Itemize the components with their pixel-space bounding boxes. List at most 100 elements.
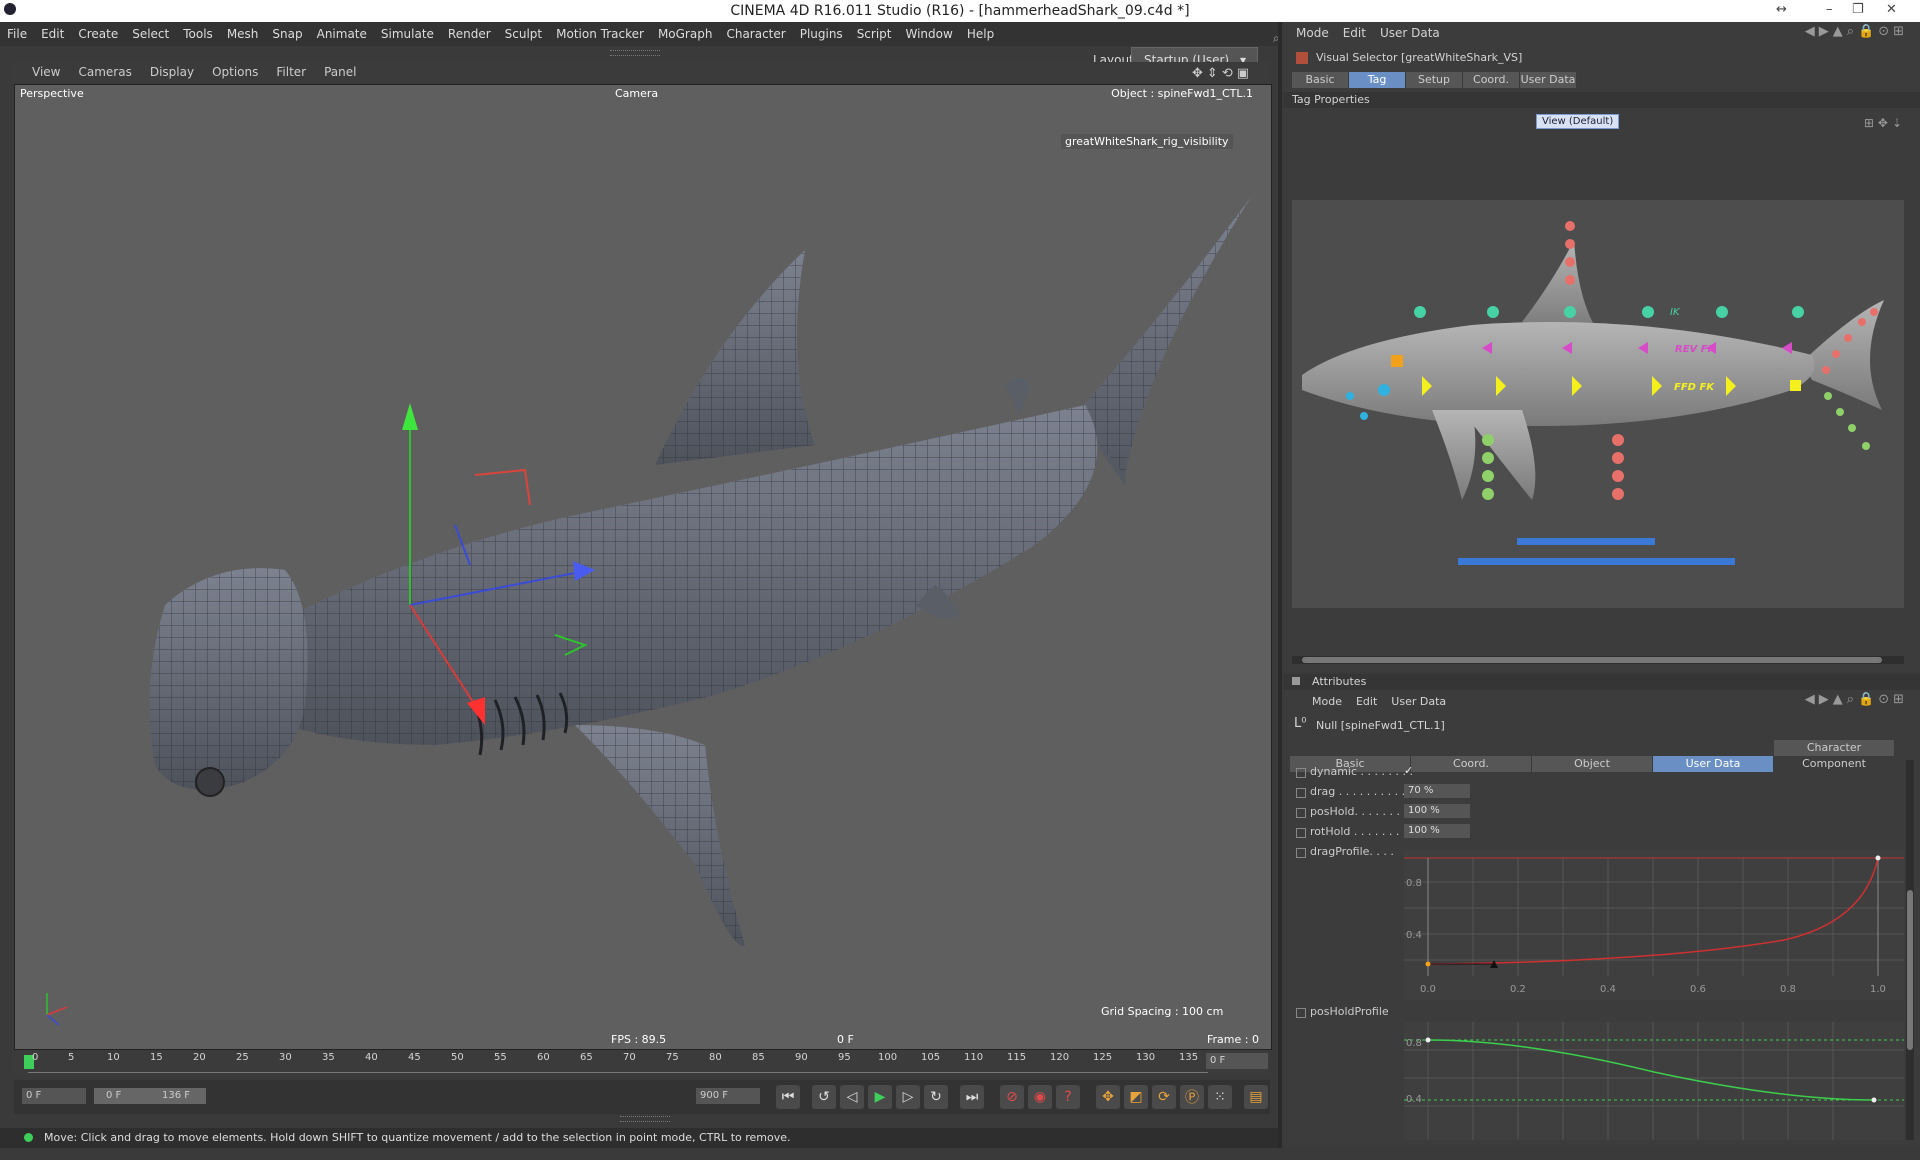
- record-active-objects-button[interactable]: ⊘: [1000, 1085, 1024, 1109]
- keyframe-toggle-icon[interactable]: [1296, 828, 1306, 838]
- point-level-key-button[interactable]: ⁙: [1208, 1085, 1232, 1109]
- menu-window[interactable]: Window: [899, 22, 960, 46]
- restore-button[interactable]: ❐: [1852, 2, 1864, 17]
- attributes-scrollbar[interactable]: [1906, 760, 1914, 1140]
- tab-user-data[interactable]: User Data: [1653, 756, 1774, 772]
- pos-hold-profile-spline[interactable]: 0.8 0.4: [1404, 1022, 1904, 1140]
- menu-render[interactable]: Render: [441, 22, 498, 46]
- drag-profile-spline[interactable]: 0.8 0.4 0.0 0.2 0.4 0.6 0.8 1.0: [1404, 850, 1904, 1000]
- tab-object[interactable]: Object: [1532, 756, 1653, 772]
- menu-mesh[interactable]: Mesh: [220, 22, 266, 46]
- position-key-button[interactable]: ✥: [1096, 1085, 1120, 1109]
- ventral-controls[interactable]: [1612, 434, 1624, 500]
- viewport-menu-display[interactable]: Display: [141, 62, 203, 82]
- viewport-menu-panel[interactable]: Panel: [315, 62, 365, 82]
- keyframe-toggle-icon[interactable]: [1296, 808, 1306, 818]
- drag-field[interactable]: 70 %: [1404, 784, 1470, 798]
- root-bar-control[interactable]: [1458, 558, 1735, 565]
- start-frame-field[interactable]: 0 F: [22, 1088, 86, 1104]
- tab-setup[interactable]: Setup: [1406, 72, 1463, 88]
- rothold-field[interactable]: 100 %: [1404, 824, 1470, 838]
- range-slider[interactable]: 0 F 136 F: [94, 1088, 206, 1104]
- menu-character[interactable]: Character: [719, 22, 792, 46]
- menu-help[interactable]: Help: [960, 22, 1001, 46]
- picker-scrollbar[interactable]: [1292, 656, 1904, 664]
- play-button[interactable]: ▶: [868, 1085, 892, 1109]
- attr-menu-edit[interactable]: Edit: [1356, 695, 1377, 708]
- next-frame-button[interactable]: ▷: [896, 1085, 920, 1109]
- menu-simulate[interactable]: Simulate: [374, 22, 441, 46]
- close-button[interactable]: ✕: [1886, 2, 1897, 17]
- next-key-button[interactable]: ↻: [924, 1085, 948, 1109]
- head-control[interactable]: [1391, 355, 1403, 367]
- timeline-ruler[interactable]: 0 5 10 15 20 25 30 35 40 45 50 55 60 65 …: [14, 1050, 1270, 1074]
- tab-basic[interactable]: Basic: [1292, 72, 1349, 88]
- menu-file[interactable]: File: [0, 22, 34, 46]
- previous-frame-button[interactable]: ◁: [840, 1085, 864, 1109]
- menu-edit[interactable]: Edit: [34, 22, 71, 46]
- timeline-window-button[interactable]: ▤: [1244, 1085, 1268, 1109]
- menu-snap[interactable]: Snap: [265, 22, 309, 46]
- panel-splitter[interactable]: [1278, 22, 1282, 1148]
- menu-tools[interactable]: Tools: [176, 22, 220, 46]
- viewport-menu-options[interactable]: Options: [203, 62, 267, 82]
- viewport-menu-view[interactable]: View: [12, 62, 69, 82]
- vs-nav-icons[interactable]: ◀▶▲⌕🔒⊙⊞: [1805, 24, 1908, 39]
- menu-select[interactable]: Select: [125, 22, 176, 46]
- attr-nav-icons[interactable]: ◀▶▲⌕🔒⊙⊞: [1805, 692, 1908, 707]
- shark-picker-graphic[interactable]: IK REV FK FFD FK: [1292, 200, 1904, 608]
- viewport-menu-filter[interactable]: Filter: [267, 62, 315, 82]
- scale-key-button[interactable]: ◩: [1124, 1085, 1148, 1109]
- attr-menu-user-data[interactable]: User Data: [1391, 695, 1446, 708]
- layout-dropdown[interactable]: Startup (User) ▾: [1131, 47, 1258, 67]
- keyframe-toggle-icon[interactable]: [1296, 788, 1306, 798]
- parameter-key-button[interactable]: Ⓟ: [1180, 1085, 1204, 1109]
- menu-mograph[interactable]: MoGraph: [651, 22, 720, 46]
- view-default-button[interactable]: View (Default): [1536, 114, 1620, 129]
- tab-tag[interactable]: Tag: [1349, 72, 1406, 88]
- tab-character-component[interactable]: Character Component: [1774, 740, 1895, 770]
- current-frame-field[interactable]: 0 F: [1206, 1053, 1268, 1069]
- dynamic-checkbox[interactable]: ✓: [1404, 764, 1413, 777]
- scrollbar-thumb[interactable]: [1302, 657, 1882, 663]
- viewport-nav-icons[interactable]: ✥⇕⟲▣: [1183, 64, 1262, 84]
- keyframe-selection-button[interactable]: ?: [1056, 1085, 1080, 1109]
- vs-menu-mode[interactable]: Mode: [1296, 26, 1329, 40]
- current-frame-readout: 0 F: [837, 1033, 854, 1046]
- tab-coord[interactable]: Coord.: [1411, 756, 1532, 772]
- vs-menu-edit[interactable]: Edit: [1343, 26, 1366, 40]
- keyframe-toggle-icon[interactable]: [1296, 768, 1306, 778]
- menu-plugins[interactable]: Plugins: [793, 22, 850, 46]
- menu-motion-tracker[interactable]: Motion Tracker: [549, 22, 651, 46]
- go-to-start-button[interactable]: ⏮: [776, 1085, 800, 1109]
- drag-handle[interactable]: [610, 50, 660, 56]
- drag-handle[interactable]: [620, 1116, 670, 1122]
- menu-sculpt[interactable]: Sculpt: [498, 22, 549, 46]
- keyframe-toggle-icon[interactable]: [1296, 1008, 1306, 1018]
- menu-script[interactable]: Script: [850, 22, 899, 46]
- global-bar-control[interactable]: [1517, 538, 1655, 545]
- menu-create[interactable]: Create: [71, 22, 125, 46]
- ik-controls[interactable]: [1414, 306, 1804, 318]
- minimize-button[interactable]: –: [1826, 2, 1833, 17]
- resize-icon[interactable]: ↔: [1776, 2, 1787, 17]
- picker-canvas[interactable]: IK REV FK FFD FK: [1292, 200, 1904, 608]
- tab-user-data[interactable]: User Data: [1520, 72, 1577, 88]
- tab-coord[interactable]: Coord.: [1463, 72, 1520, 88]
- rotation-key-button[interactable]: ⟳: [1152, 1085, 1176, 1109]
- poshold-field[interactable]: 100 %: [1404, 804, 1470, 818]
- scrollbar-thumb[interactable]: [1907, 890, 1913, 1050]
- keyframe-toggle-icon[interactable]: [1296, 848, 1306, 858]
- perspective-viewport[interactable]: Perspective Camera Object : spineFwd1_CT…: [14, 84, 1272, 1050]
- end-frame-field[interactable]: 900 F: [696, 1088, 760, 1104]
- go-to-end-button[interactable]: ⏭: [960, 1085, 984, 1109]
- vs-menu-user-data[interactable]: User Data: [1380, 26, 1440, 40]
- shark-model[interactable]: [15, 85, 1271, 1049]
- pectoral-controls[interactable]: [1482, 434, 1494, 500]
- attr-menu-mode[interactable]: Mode: [1312, 695, 1342, 708]
- viewport-menu-cameras[interactable]: Cameras: [69, 62, 140, 82]
- autokeying-button[interactable]: ◉: [1028, 1085, 1052, 1109]
- menu-animate[interactable]: Animate: [310, 22, 374, 46]
- view-tool-icons[interactable]: ⊞✥⇣: [1864, 116, 1906, 130]
- previous-key-button[interactable]: ↺: [812, 1085, 836, 1109]
